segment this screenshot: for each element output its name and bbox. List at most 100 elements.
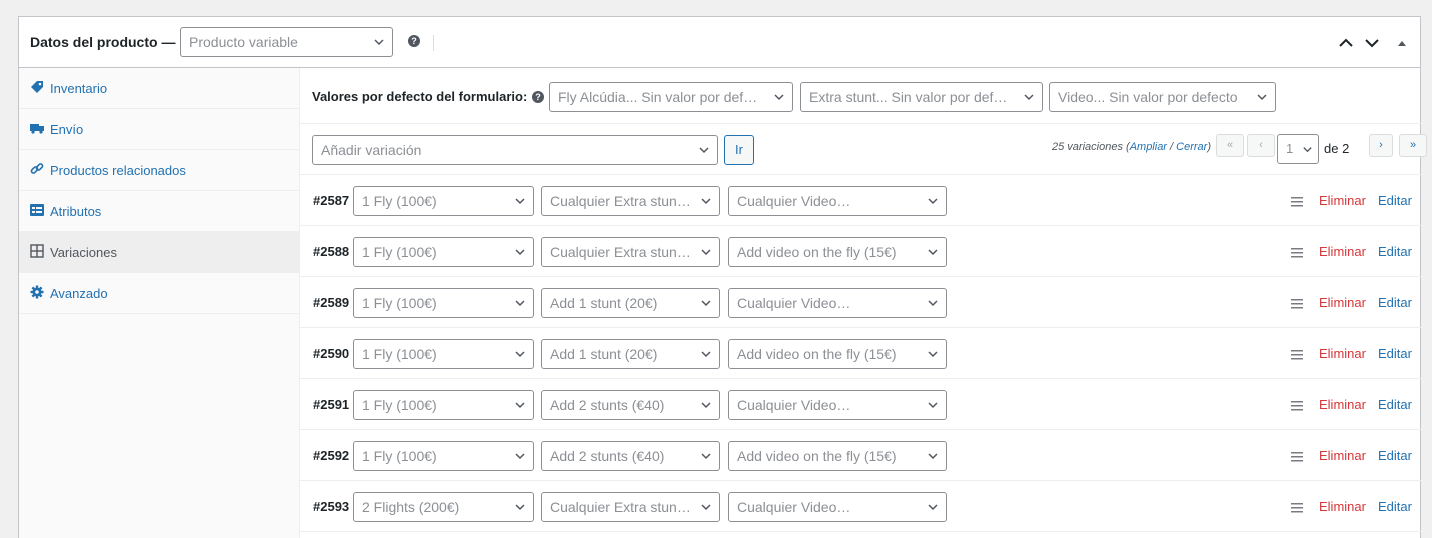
select-value: Añadir variación xyxy=(321,142,422,158)
chevron-down-icon xyxy=(374,39,384,46)
drag-handle-icon[interactable] xyxy=(1291,197,1303,207)
edit-link[interactable]: Editar xyxy=(1378,499,1412,514)
delete-link[interactable]: Eliminar xyxy=(1319,295,1366,310)
stunt-select[interactable]: Cualquier Extra stunt… xyxy=(541,186,720,216)
fly-select[interactable]: 1 Fly (100€) xyxy=(353,237,534,267)
video-select[interactable]: Cualquier Video… xyxy=(728,492,947,522)
variation-row[interactable]: #2588 1 Fly (100€) Cualquier Extra stunt… A… xyxy=(300,226,1421,277)
fly-select[interactable]: 2 Flights (200€) xyxy=(353,492,534,522)
chevron-down-icon xyxy=(928,504,938,511)
last-page-button[interactable]: » xyxy=(1399,134,1427,157)
delete-link[interactable]: Eliminar xyxy=(1319,448,1366,463)
chevron-down-icon xyxy=(928,198,938,205)
close-link[interactable]: Cerrar xyxy=(1176,141,1207,153)
default-values-row: Valores por defecto del formulario: ? Fl… xyxy=(300,68,1421,124)
select-value: 1 Fly (100€) xyxy=(362,448,437,464)
expand-link[interactable]: Ampliar xyxy=(1130,141,1167,153)
select-value: Add 1 stunt (20€) xyxy=(550,295,658,311)
chevron-up-icon[interactable] xyxy=(1338,36,1354,50)
tab-label: Inventario xyxy=(50,81,108,96)
edit-link[interactable]: Editar xyxy=(1378,193,1412,208)
stunt-select[interactable]: Cualquier Extra stunt… xyxy=(541,237,720,267)
video-select[interactable]: Cualquier Video… xyxy=(728,288,947,318)
first-page-button[interactable]: « xyxy=(1216,134,1244,157)
select-value: 1 Fly (100€) xyxy=(362,244,437,260)
video-select[interactable]: Cualquier Video… xyxy=(728,390,947,420)
chevron-down-icon xyxy=(928,453,938,460)
edit-link[interactable]: Editar xyxy=(1378,448,1412,463)
video-select[interactable]: Add video on the fly (15€) xyxy=(728,237,947,267)
delete-link[interactable]: Eliminar xyxy=(1319,346,1366,361)
tab-inventario[interactable]: Inventario xyxy=(19,68,299,109)
drag-handle-icon[interactable] xyxy=(1291,401,1303,411)
delete-link[interactable]: Eliminar xyxy=(1319,244,1366,259)
chevron-down-icon xyxy=(515,351,525,358)
drag-handle-icon[interactable] xyxy=(1291,503,1303,513)
select-value: Video... Sin valor por defecto xyxy=(1058,89,1238,105)
default-video-select[interactable]: Video... Sin valor por defecto xyxy=(1049,82,1276,112)
product-type-select[interactable]: Producto variable xyxy=(180,27,393,57)
tab-variaciones[interactable]: Variaciones xyxy=(19,232,299,273)
variation-id: #2592 xyxy=(313,448,350,463)
stunt-select[interactable]: Cualquier Extra stunt… xyxy=(541,492,720,522)
page-select[interactable]: 1 xyxy=(1277,134,1319,164)
chevron-down-icon xyxy=(515,504,525,511)
delete-link[interactable]: Eliminar xyxy=(1319,499,1366,514)
drag-handle-icon[interactable] xyxy=(1291,452,1303,462)
variation-row[interactable]: #2593 2 Flights (200€) Cualquier Extra stu… xyxy=(300,481,1421,532)
select-value: 1 Fly (100€) xyxy=(362,397,437,413)
variation-row[interactable]: #2592 1 Fly (100€) Add 2 stunts (€40) Add v… xyxy=(300,430,1421,481)
stunt-select[interactable]: Add 2 stunts (€40) xyxy=(541,390,720,420)
default-fly-select[interactable]: Fly Alcúdia... Sin valor por defecto xyxy=(549,82,793,112)
drag-handle-icon[interactable] xyxy=(1291,350,1303,360)
variation-row[interactable]: #2590 1 Fly (100€) Add 1 stunt (20€) Add vi… xyxy=(300,328,1421,379)
video-select[interactable]: Cualquier Video… xyxy=(728,186,947,216)
chevron-down-icon xyxy=(1303,147,1312,153)
fly-select[interactable]: 1 Fly (100€) xyxy=(353,390,534,420)
edit-link[interactable]: Editar xyxy=(1378,397,1412,412)
edit-link[interactable]: Editar xyxy=(1378,244,1412,259)
next-page-button[interactable]: › xyxy=(1369,134,1393,157)
separator: / xyxy=(1166,141,1177,153)
edit-link[interactable]: Editar xyxy=(1378,295,1412,310)
help-icon[interactable]: ? xyxy=(408,35,420,47)
chevron-down-icon xyxy=(515,402,525,409)
chevron-down-icon xyxy=(701,351,711,358)
select-value: Add 2 stunts (€40) xyxy=(550,448,665,464)
variation-row[interactable]: #2587 1 Fly (100€) Cualquier Extra stunt… C… xyxy=(300,175,1421,226)
chevron-down-icon xyxy=(515,453,525,460)
variation-id: #2593 xyxy=(313,499,350,514)
product-data-panel: Datos del producto — Producto variable ?… xyxy=(18,16,1427,538)
stunt-select[interactable]: Add 2 stunts (€40) xyxy=(541,441,720,471)
default-stunt-select[interactable]: Extra stunt... Sin valor por defecto xyxy=(800,82,1043,112)
tab-avanzado[interactable]: Avanzado xyxy=(19,273,299,314)
fly-select[interactable]: 1 Fly (100€) xyxy=(353,288,534,318)
fly-select[interactable]: 1 Fly (100€) xyxy=(353,441,534,471)
variation-row[interactable]: #2589 1 Fly (100€) Add 1 stunt (20€) Cualqu… xyxy=(300,277,1421,328)
chevron-down-icon xyxy=(701,300,711,307)
chevron-down-icon xyxy=(928,402,938,409)
caret-up-icon[interactable] xyxy=(1396,36,1408,50)
stunt-select[interactable]: Add 1 stunt (20€) xyxy=(541,339,720,369)
video-select[interactable]: Add video on the fly (15€) xyxy=(728,441,947,471)
tab-productos-relacionados[interactable]: Productos relacionados xyxy=(19,150,299,191)
drag-handle-icon[interactable] xyxy=(1291,299,1303,309)
chevron-down-icon xyxy=(928,249,938,256)
delete-link[interactable]: Eliminar xyxy=(1319,397,1366,412)
fly-select[interactable]: 1 Fly (100€) xyxy=(353,186,534,216)
go-button[interactable]: Ir xyxy=(724,135,754,165)
select-value: Add video on the fly (15€) xyxy=(737,244,897,260)
edit-link[interactable]: Editar xyxy=(1378,346,1412,361)
tab-atributos[interactable]: Atributos xyxy=(19,191,299,232)
help-icon[interactable]: ? xyxy=(532,91,544,103)
drag-handle-icon[interactable] xyxy=(1291,248,1303,258)
video-select[interactable]: Add video on the fly (15€) xyxy=(728,339,947,369)
add-variation-select[interactable]: Añadir variación xyxy=(312,135,718,165)
fly-select[interactable]: 1 Fly (100€) xyxy=(353,339,534,369)
delete-link[interactable]: Eliminar xyxy=(1319,193,1366,208)
tab-envio[interactable]: Envío xyxy=(19,109,299,150)
variation-row[interactable]: #2591 1 Fly (100€) Add 2 stunts (€40) Cualq… xyxy=(300,379,1421,430)
stunt-select[interactable]: Add 1 stunt (20€) xyxy=(541,288,720,318)
prev-page-button[interactable]: ‹ xyxy=(1247,134,1275,157)
chevron-down-icon[interactable] xyxy=(1364,36,1380,50)
